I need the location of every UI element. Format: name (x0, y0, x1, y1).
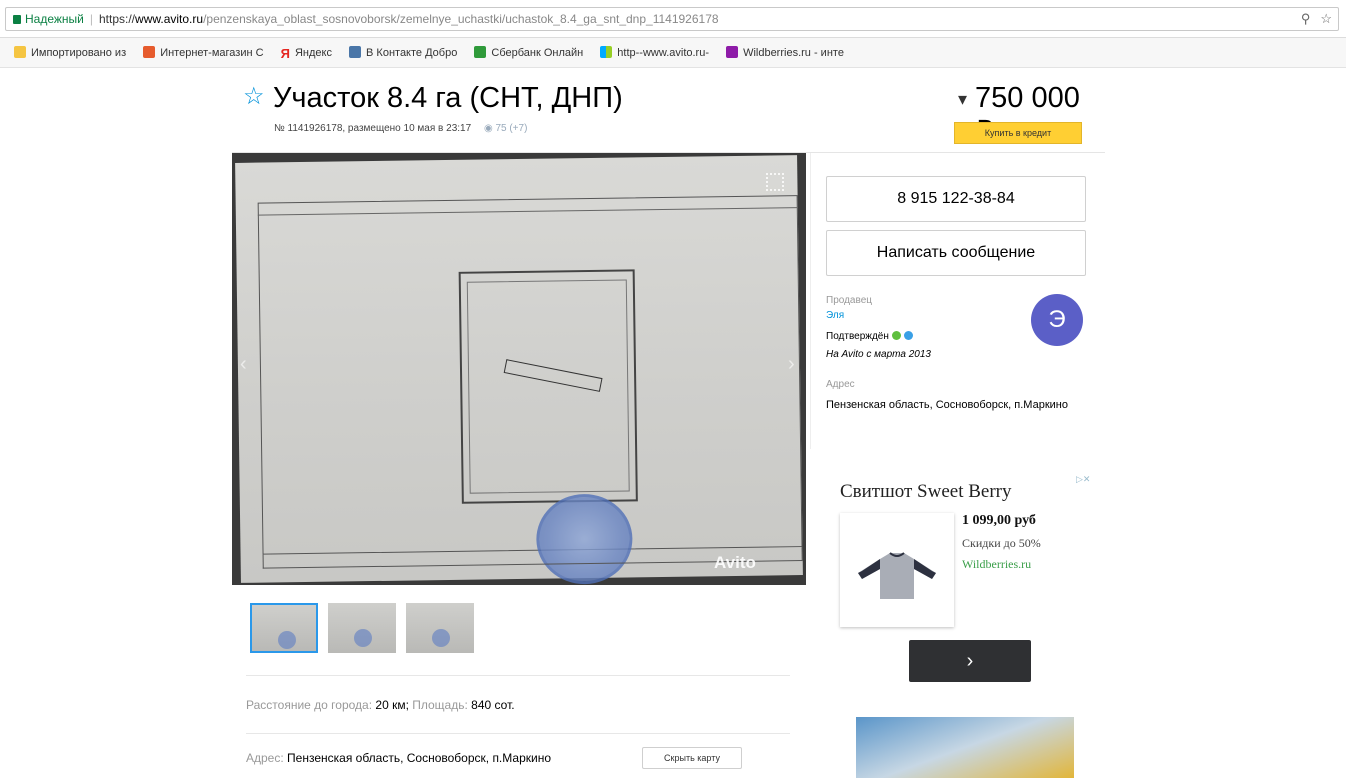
message-button[interactable]: Написать сообщение (826, 230, 1086, 276)
address-value: Пензенская область, Сосновоборск, п.Марк… (287, 751, 552, 765)
bookmark-sber[interactable]: Сбербанк Онлайн (474, 38, 584, 67)
ad-next-button[interactable]: › (909, 640, 1031, 682)
ad-site[interactable]: Wildberries.ru (962, 557, 1031, 572)
listing-page: ☆ Участок 8.4 га (СНТ, ДНП) № 1141926178… (232, 69, 1105, 778)
bookmark-vk[interactable]: В Контакте Добро (349, 38, 458, 67)
bookmark-label: Импортировано из (31, 47, 127, 59)
thumbnail-3[interactable] (406, 603, 474, 653)
seller-label: Продавец (826, 295, 872, 306)
document-photo (235, 155, 803, 585)
prev-photo-icon[interactable]: ‹ (240, 353, 247, 376)
listing-params: Расстояние до города: 20 км; Площадь: 84… (246, 698, 515, 712)
url-path: /penzenskaya_oblast_sosnovoborsk/zemelny… (203, 12, 719, 26)
listing-address: Адрес: Пензенская область, Сосновоборск,… (246, 751, 551, 765)
next-photo-icon[interactable]: › (788, 353, 795, 376)
divider (246, 675, 790, 676)
omnibox-icons: ⚲ ☆ (1291, 8, 1332, 30)
star-icon[interactable]: ☆ (1320, 11, 1332, 26)
stamp-seal (535, 493, 634, 585)
bookmark-label: Wildberries.ru - инте (743, 47, 844, 59)
listing-number: № 1141926178, размещено 10 мая в 23:17 (274, 123, 472, 134)
thumbnail-1[interactable] (250, 603, 318, 653)
ad-banner-image[interactable] (856, 717, 1074, 778)
url-field[interactable]: Надежный | https://www.avito.ru/penzenskay… (5, 7, 1339, 31)
listing-header: ☆ Участок 8.4 га (СНТ, ДНП) № 1141926178… (232, 69, 1105, 153)
sber-icon (474, 46, 487, 58)
bookmark-label: Интернет-магазин С (160, 47, 264, 59)
zoom-icon[interactable]: ⚲ (1301, 11, 1311, 26)
seller-card: 8 915 122-38-84 Написать сообщение Прода… (810, 153, 1105, 449)
bookmark-label: http--www.avito.ru- (617, 47, 709, 59)
member-since: На Avito с марта 2013 (826, 349, 931, 360)
bookmark-label: Сбербанк Онлайн (491, 47, 584, 59)
avito-icon (600, 46, 613, 58)
area-label: Площадь: (412, 698, 468, 712)
wildberries-icon (726, 46, 739, 58)
thumbnail-2[interactable] (328, 603, 396, 653)
divider (246, 733, 790, 734)
ad-choices-icon[interactable]: ▷✕ (1076, 474, 1090, 485)
ad-product-image[interactable] (840, 513, 954, 627)
bookmark-shop[interactable]: Интернет-магазин С (143, 38, 264, 67)
seller-name[interactable]: Эля (826, 310, 844, 321)
url-host: www.avito.ru (135, 12, 204, 26)
seller-address: Пензенская область, Сосновоборск, п.Марк… (826, 399, 1068, 411)
distance-label: Расстояние до города: (246, 698, 373, 712)
views-value: 75 (+7) (495, 123, 528, 134)
verified-row: Подтверждён (826, 331, 913, 342)
bookmark-yandex[interactable]: Я Яндекс (280, 38, 332, 67)
fullscreen-icon[interactable] (766, 173, 784, 191)
ad-title[interactable]: Свитшот Sweet Berry (840, 481, 1012, 503)
url-separator: | (89, 12, 93, 26)
bookmark-imported[interactable]: Импортировано из (14, 38, 127, 67)
listing-title: Участок 8.4 га (СНТ, ДНП) (273, 82, 623, 114)
shop-icon (143, 46, 156, 58)
bookmarks-bar: Импортировано из Интернет-магазин С Я Янд… (0, 38, 1346, 68)
ad-discount: Скидки до 50% (962, 536, 1041, 550)
url-scheme: https:// (99, 12, 136, 26)
seller-avatar[interactable]: Э (1031, 294, 1083, 346)
main-photo[interactable]: ‹ › Avito (232, 153, 806, 585)
sweatshirt-icon (858, 552, 936, 599)
security-label: Надежный (25, 12, 84, 26)
phone-button[interactable]: 8 915 122-38-84 (826, 176, 1086, 222)
bookmark-label: В Контакте Добро (366, 47, 458, 59)
browser-address-bar: Надежный | https://www.avito.ru/penzenskay… (0, 0, 1346, 38)
yandex-icon: Я (280, 46, 290, 61)
credit-button[interactable]: Купить в кредит (954, 122, 1082, 144)
vk-icon (349, 46, 362, 58)
folder-icon (14, 46, 26, 58)
seller-address-label: Адрес (826, 379, 855, 390)
email-verified-icon (903, 331, 913, 340)
lock-icon (13, 15, 21, 24)
area-value: 840 сот. (471, 698, 515, 712)
bookmark-label: Яндекс (294, 47, 332, 59)
bookmark-avito[interactable]: http--www.avito.ru- (600, 38, 709, 67)
thumbnail-stamp (432, 629, 450, 647)
listing-meta: № 1141926178, размещено 10 мая в 23:17 ◉… (274, 123, 527, 134)
plan-inner-frame (466, 279, 630, 494)
avito-watermark: Avito (714, 553, 756, 572)
phone-verified-icon (891, 331, 901, 340)
favorite-star-icon[interactable]: ☆ (243, 83, 265, 111)
price-dropdown-icon[interactable]: ▾ (958, 89, 967, 110)
thumbnail-stamp (354, 629, 372, 647)
views-count: ◉ 75 (+7) (483, 123, 528, 134)
bookmark-wildberries[interactable]: Wildberries.ru - инте (726, 38, 844, 67)
hide-map-button[interactable]: Скрыть карту (642, 747, 742, 769)
verified-label: Подтверждён (826, 331, 889, 342)
ad-price: 1 099,00 руб (962, 513, 1036, 528)
thumbnail-stamp (278, 631, 296, 649)
address-label: Адрес: (246, 751, 284, 765)
distance-value: 20 км (375, 698, 406, 712)
